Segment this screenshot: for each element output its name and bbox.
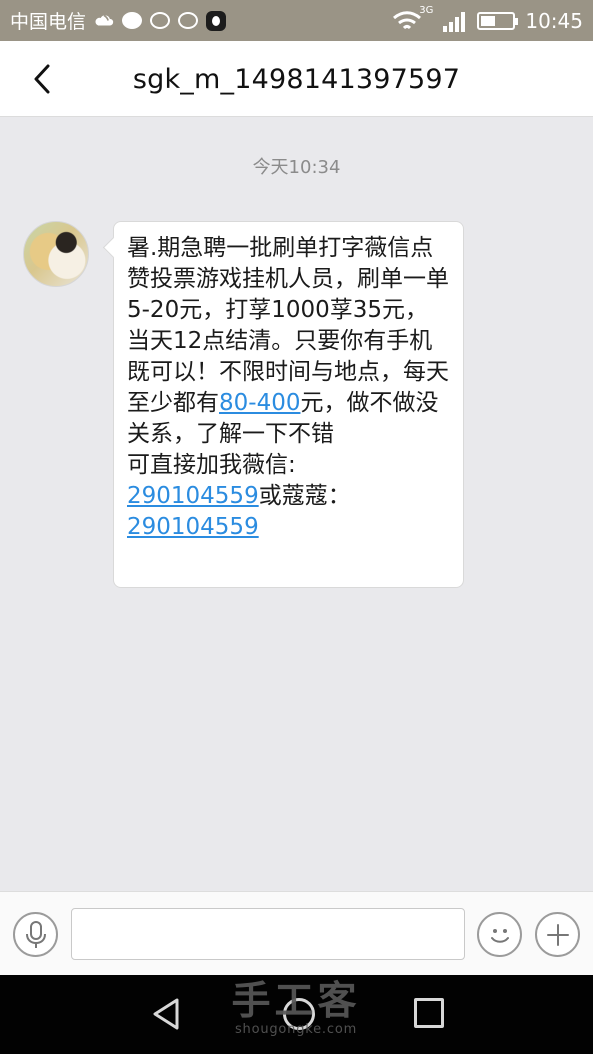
emoji-button[interactable] bbox=[477, 912, 522, 957]
contact-avatar[interactable] bbox=[23, 221, 89, 287]
network-type: 3G bbox=[419, 5, 434, 16]
message-input[interactable] bbox=[71, 908, 465, 960]
plus-icon bbox=[546, 923, 569, 946]
amount-link[interactable]: 80-400 bbox=[219, 390, 300, 416]
microphone-icon bbox=[25, 920, 46, 948]
signal-icon bbox=[443, 11, 466, 32]
message-bubble-icon bbox=[122, 12, 143, 29]
smiley-icon bbox=[490, 928, 509, 943]
contact-number-link[interactable]: 290104559 bbox=[127, 483, 259, 509]
voice-input-button[interactable] bbox=[13, 912, 58, 957]
message-text: 暑.期急聘一批刷单打字薇信点赞投票游戏挂机人员，刷单一单5-20元，打莩1000… bbox=[127, 233, 450, 543]
battery-level-fill bbox=[481, 15, 495, 26]
message-timestamp: 今天10:34 bbox=[252, 157, 341, 178]
status-bar: 中国电信 3G 10:45 bbox=[0, 0, 593, 41]
nav-recent-apps-button[interactable] bbox=[414, 998, 444, 1028]
wifi-icon bbox=[393, 10, 422, 29]
qq-icon bbox=[206, 10, 227, 31]
status-right: 3G 10:45 bbox=[392, 5, 583, 33]
add-attachment-button[interactable] bbox=[535, 912, 580, 957]
android-navigation-bar bbox=[0, 975, 593, 1054]
conversation-header: sgk_m_1498141397597 bbox=[0, 41, 593, 117]
carrier-label: 中国电信 bbox=[10, 11, 87, 33]
weather-icon bbox=[95, 14, 114, 26]
status-time: 10:45 bbox=[525, 8, 583, 33]
battery-icon bbox=[477, 11, 519, 30]
message-bubble[interactable]: 暑.期急聘一批刷单打字薇信点赞投票游戏挂机人员，刷单一单5-20元，打莩1000… bbox=[113, 221, 464, 588]
message-composer bbox=[0, 891, 593, 975]
status-left: 中国电信 bbox=[10, 7, 227, 34]
chat-ring-icon bbox=[178, 12, 199, 29]
nav-home-button[interactable] bbox=[283, 998, 315, 1030]
chat-ring-icon bbox=[150, 12, 171, 29]
message-text-part-1: 暑.期急聘一批刷单打字薇信点赞投票游戏挂机人员，刷单一单5-20元，打莩1000… bbox=[127, 235, 449, 416]
page-title: sgk_m_1498141397597 bbox=[132, 64, 461, 95]
message-text-part-3: 或蔻蔻： bbox=[258, 483, 351, 509]
nav-back-button[interactable] bbox=[149, 995, 183, 1033]
contact-number-link-second[interactable]: 290104559 bbox=[127, 514, 259, 540]
